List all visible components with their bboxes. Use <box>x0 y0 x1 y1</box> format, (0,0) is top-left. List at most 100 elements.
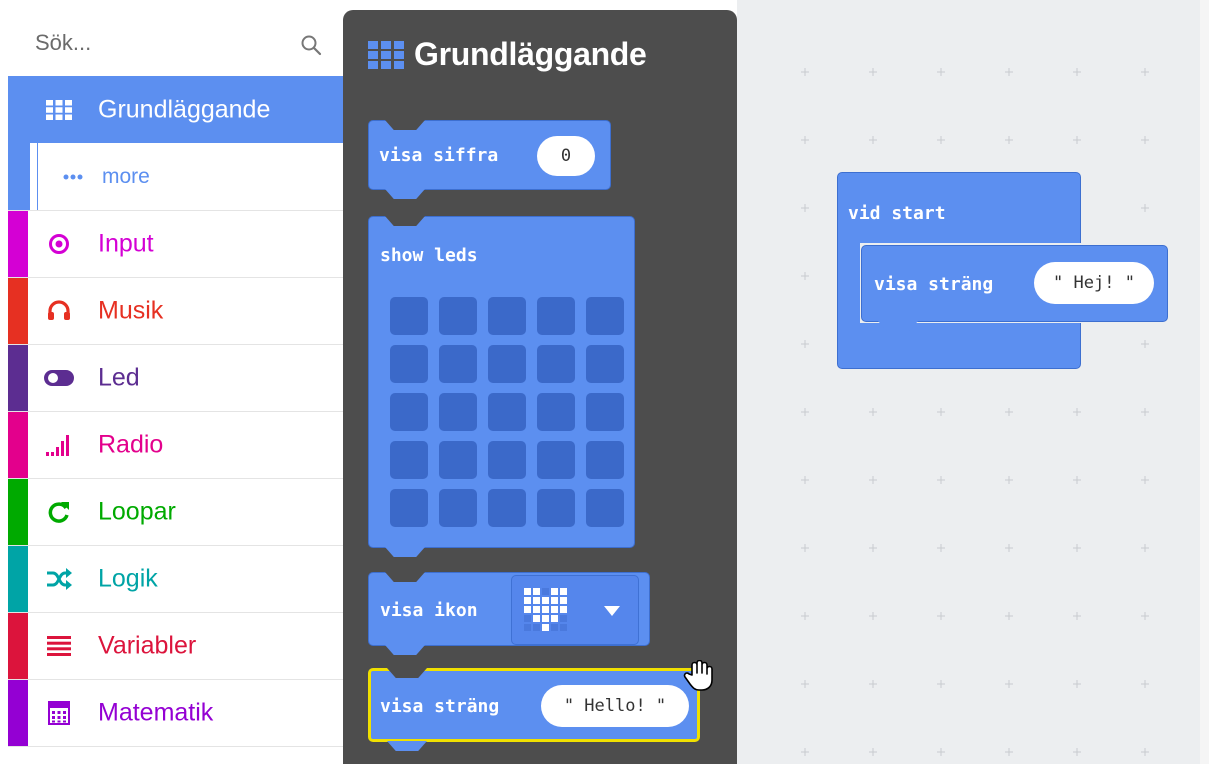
led-cell[interactable] <box>586 345 624 383</box>
block-label: visa sträng <box>380 696 500 717</box>
shuffle-icon <box>46 566 72 592</box>
block-flyout: Grundläggande visa siffra 0 show leds vi… <box>343 10 737 764</box>
string-field[interactable]: " Hej! " <box>1034 262 1154 304</box>
led-cell[interactable] <box>488 393 526 431</box>
category-label: Led <box>98 363 140 392</box>
category-color-bar <box>8 479 28 545</box>
block-notch <box>387 741 427 751</box>
category-color-bar <box>8 278 28 344</box>
led-cell[interactable] <box>488 345 526 383</box>
workspace-grid <box>801 68 1149 756</box>
show-icon-block[interactable]: visa ikon <box>368 572 650 655</box>
category-color-bar <box>8 412 28 478</box>
string-field[interactable]: " Hello! " <box>541 685 689 727</box>
category-label: Musik <box>98 296 164 325</box>
category-loops[interactable]: Loopar <box>8 479 343 546</box>
category-label: more <box>102 164 150 188</box>
block-notch <box>385 547 425 557</box>
led-cell[interactable] <box>537 441 575 479</box>
category-color-bar <box>8 680 28 746</box>
category-label: Grundläggande <box>98 95 271 123</box>
category-basic[interactable]: Grundläggande <box>8 76 343 143</box>
toolbox: Grundläggande more Input Musik Led <box>0 0 343 764</box>
led-cell[interactable] <box>439 393 477 431</box>
category-label: Logik <box>98 564 158 593</box>
block-label: visa siffra <box>379 145 499 166</box>
more-icon <box>60 164 86 190</box>
icon-dropdown[interactable] <box>511 575 639 645</box>
refresh-icon <box>46 499 72 525</box>
led-grid <box>390 297 624 527</box>
category-music[interactable]: Musik <box>8 278 343 345</box>
led-cell[interactable] <box>390 489 428 527</box>
category-variables[interactable]: Variabler <box>8 613 343 680</box>
scrollbar[interactable] <box>1200 0 1209 764</box>
headphones-icon <box>46 298 72 324</box>
led-cell[interactable] <box>439 345 477 383</box>
flyout-title: Grundläggande <box>368 36 647 73</box>
category-label: Matematik <box>98 698 214 727</box>
search-box <box>8 8 343 76</box>
led-cell[interactable] <box>586 489 624 527</box>
target-icon <box>46 231 72 257</box>
category-label: Loopar <box>98 497 176 526</box>
category-logic[interactable]: Logik <box>8 546 343 613</box>
block-label: vid start <box>848 203 946 224</box>
led-cell[interactable] <box>537 489 575 527</box>
led-cell[interactable] <box>488 441 526 479</box>
category-radio[interactable]: Radio <box>8 412 343 479</box>
category-color-bar <box>8 345 28 411</box>
search-icon[interactable] <box>300 34 322 56</box>
chevron-down-icon[interactable] <box>604 606 620 616</box>
toggle-icon <box>44 365 74 391</box>
lines-icon <box>46 633 72 659</box>
block-label: visa sträng <box>874 274 994 295</box>
block-label: visa ikon <box>380 600 478 621</box>
category-indent <box>8 143 38 210</box>
block-notch <box>387 668 427 678</box>
led-cell[interactable] <box>537 345 575 383</box>
show-leds-block[interactable]: show leds <box>368 216 635 557</box>
category-input[interactable]: Input <box>8 211 343 278</box>
block-notch <box>385 189 425 199</box>
led-cell[interactable] <box>439 297 477 335</box>
signal-icon <box>46 432 72 458</box>
led-cell[interactable] <box>439 441 477 479</box>
category-color-bar <box>8 613 28 679</box>
led-cell[interactable] <box>537 297 575 335</box>
calculator-icon <box>46 700 72 726</box>
led-cell[interactable] <box>488 489 526 527</box>
block-notch <box>385 216 425 226</box>
category-label: Variabler <box>98 631 197 660</box>
led-cell[interactable] <box>586 441 624 479</box>
grid-icon <box>368 40 404 69</box>
block-notch <box>385 572 425 582</box>
category-color-bar <box>8 211 28 277</box>
workspace-canvas[interactable]: vid start visa sträng " Hej! " <box>737 0 1209 764</box>
led-cell[interactable] <box>390 345 428 383</box>
led-cell[interactable] <box>390 297 428 335</box>
number-field[interactable]: 0 <box>537 136 595 176</box>
show-string-block[interactable]: visa sträng " Hello! " <box>368 668 700 751</box>
show-number-block[interactable]: visa siffra 0 <box>368 120 611 199</box>
led-cell[interactable] <box>488 297 526 335</box>
flyout-title-text: Grundläggande <box>414 36 647 72</box>
category-label: Radio <box>98 430 164 459</box>
show-string-block[interactable]: visa sträng " Hej! " <box>861 245 1168 331</box>
heart-icon <box>524 588 567 631</box>
led-cell[interactable] <box>439 489 477 527</box>
category-more[interactable]: more <box>8 143 343 211</box>
category-led[interactable]: Led <box>8 345 343 412</box>
led-cell[interactable] <box>586 393 624 431</box>
led-cell[interactable] <box>390 441 428 479</box>
block-notch <box>385 120 425 130</box>
hand-cursor-icon <box>683 660 713 691</box>
block-notch <box>385 645 425 655</box>
category-label: Input <box>98 229 154 258</box>
led-cell[interactable] <box>537 393 575 431</box>
led-cell[interactable] <box>390 393 428 431</box>
category-math[interactable]: Matematik <box>8 680 343 747</box>
search-input[interactable] <box>35 26 285 60</box>
led-cell[interactable] <box>586 297 624 335</box>
block-label: show leds <box>380 245 478 266</box>
